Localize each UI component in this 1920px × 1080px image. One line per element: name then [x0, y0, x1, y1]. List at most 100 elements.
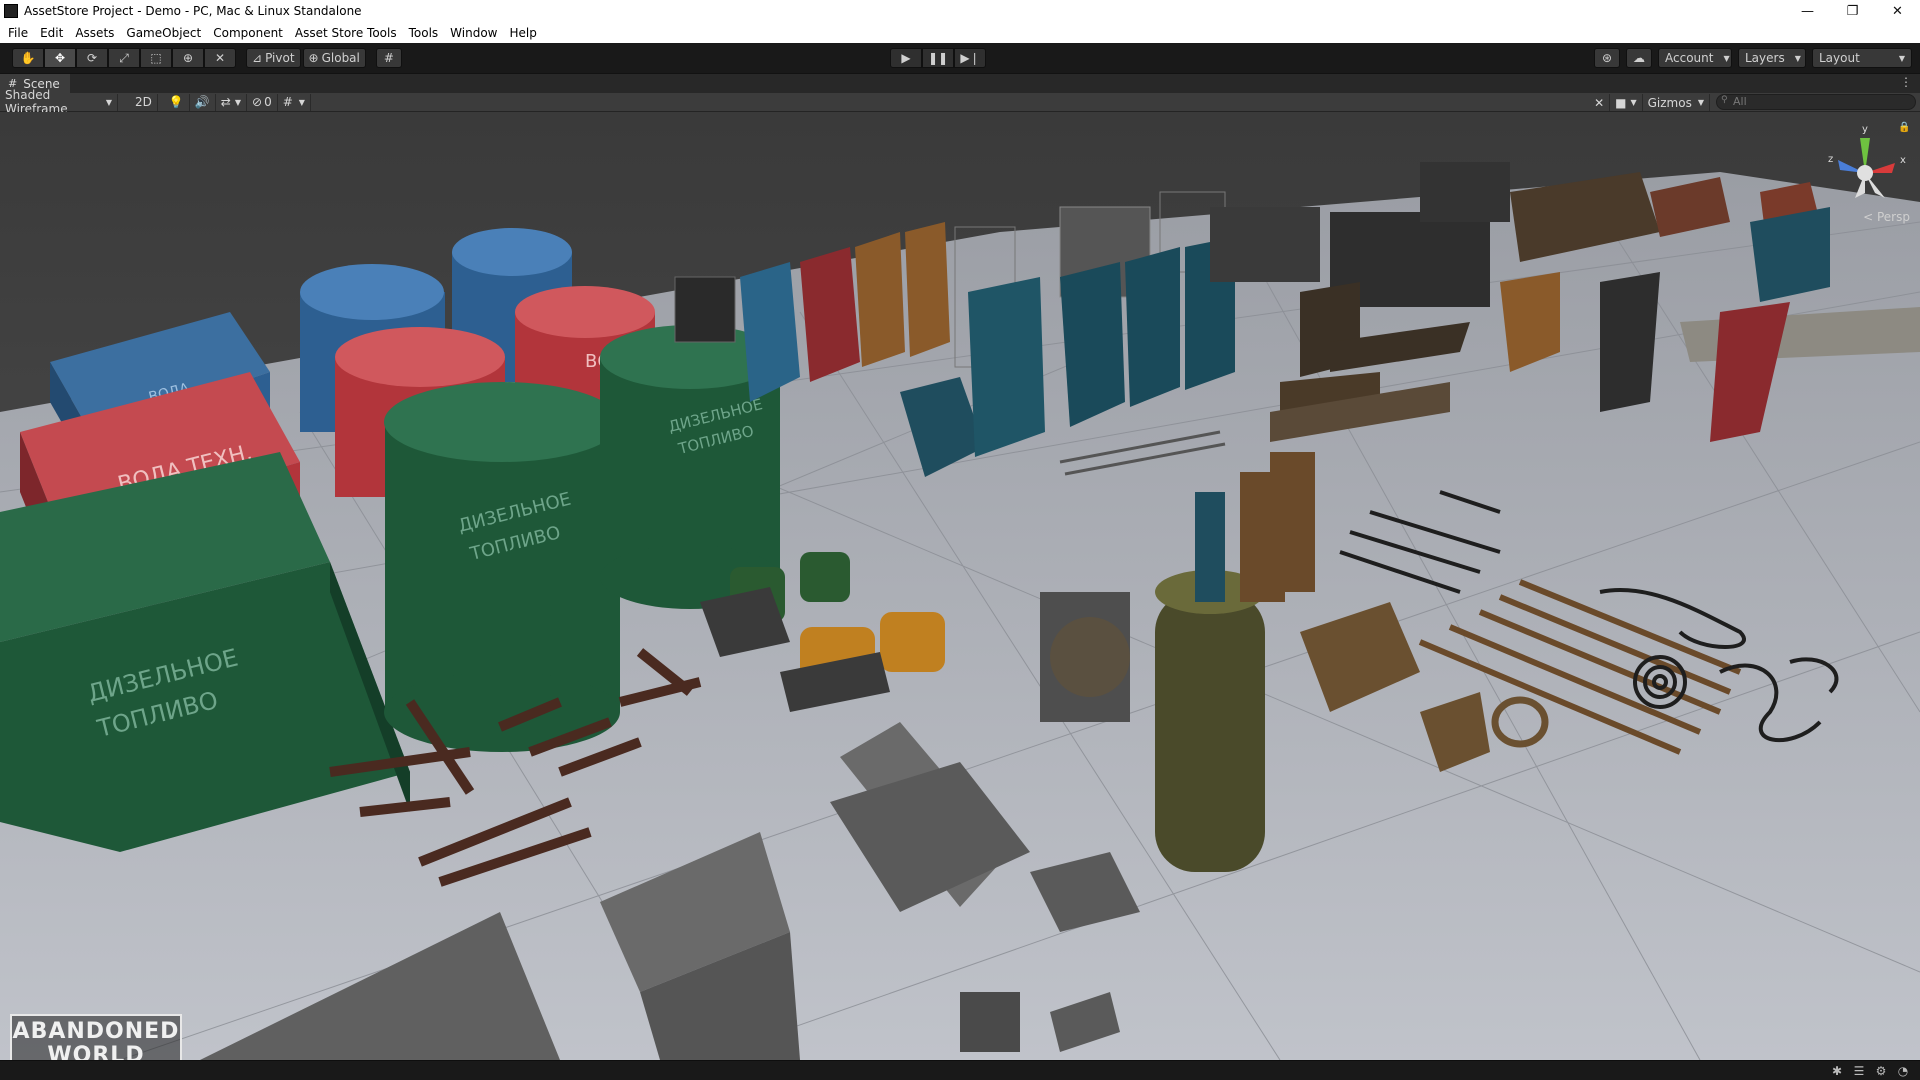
- eye-slash-icon: ⊘: [252, 95, 263, 109]
- abandoned-world-logo: ABANDONED WORLD: [10, 1014, 182, 1060]
- lighting-toggle[interactable]: 💡: [164, 93, 190, 111]
- chevron-down-icon: ▼: [105, 97, 112, 107]
- tools-button[interactable]: ✕: [1589, 94, 1611, 111]
- cloud-button[interactable]: ☁: [1626, 48, 1652, 68]
- rotate-tool-button[interactable]: ⟳: [76, 48, 108, 68]
- rotate-tool-icon: ⟳: [86, 51, 98, 65]
- chevron-down-icon: ▼: [234, 97, 241, 107]
- step-button[interactable]: ▶❘: [954, 48, 986, 68]
- axis-x-label: x: [1900, 155, 1906, 166]
- axis-z-label: z: [1828, 154, 1833, 165]
- layout-dropdown[interactable]: Layout ▼: [1812, 48, 1912, 68]
- status-icons: ✱ ☰ ⚙ ◔: [1826, 1063, 1914, 1079]
- scene-toolbar: Shaded Wireframe ▼ 2D 💡 🔊 ⇄ ▼ ⊘ 0 # ▼ ✕ …: [0, 88, 1920, 116]
- chevron-down-icon: ▼: [1898, 53, 1905, 63]
- move-tool-button[interactable]: ✥: [44, 48, 76, 68]
- scale-tool-button[interactable]: ⤢: [108, 48, 140, 68]
- hand-tool-icon: ✋: [20, 51, 36, 65]
- collab-button[interactable]: ⊛: [1594, 48, 1620, 68]
- barrel-green-1: ДИЗЕЛЬНОЕ ТОПЛИВО: [384, 382, 620, 752]
- pivot-icon: ⊿: [252, 51, 263, 65]
- logo-line-1: ABANDONED: [12, 1019, 180, 1044]
- restore-button[interactable]: ❐: [1830, 0, 1875, 22]
- window-controls: — ❐ ✕: [1785, 0, 1920, 22]
- projection-toggle[interactable]: < Persp: [1863, 210, 1910, 224]
- toggle-2d-label: 2D: [135, 95, 152, 109]
- transform-tool-button[interactable]: ⊕: [172, 48, 204, 68]
- layers-icon[interactable]: ☰: [1848, 1063, 1870, 1079]
- menu-bar: File Edit Assets GameObject Component As…: [0, 22, 1920, 43]
- globe-icon: ⊕: [308, 51, 319, 65]
- menu-assets[interactable]: Assets: [71, 26, 122, 40]
- move-tool-icon: ✥: [54, 51, 66, 65]
- scene-viewport[interactable]: ВОДА ВОДА ТЕХН. ДИЗЕЛЬНОЕ ТОПЛИВО: [0, 112, 1920, 1060]
- hand-tool-button[interactable]: ✋: [12, 48, 44, 68]
- settings-icon[interactable]: ⚙: [1870, 1063, 1892, 1079]
- scene-render: ВОДА ВОДА ТЕХН. ДИЗЕЛЬНОЕ ТОПЛИВО: [0, 112, 1920, 1060]
- scene-search-input[interactable]: ⚲ All: [1716, 94, 1916, 110]
- transform-tool-icon: ⊕: [182, 51, 194, 65]
- custom-tool-button[interactable]: ✕: [204, 48, 236, 68]
- hidden-objects-toggle[interactable]: ⊘ 0: [247, 93, 278, 111]
- logo-line-2: WORLD: [47, 1043, 145, 1061]
- menu-tools[interactable]: Tools: [405, 26, 447, 40]
- effects-dropdown[interactable]: ⇄ ▼: [216, 93, 247, 111]
- wrench-icon: ✕: [1594, 95, 1605, 110]
- progress-icon[interactable]: ◔: [1892, 1063, 1914, 1079]
- scene-toolbar-right: ✕ ■ ▼ Gizmos ▼: [1589, 93, 1710, 112]
- grid-dropdown[interactable]: # ▼: [278, 93, 311, 111]
- grid-icon: #: [282, 95, 293, 109]
- camera-icon: ■: [1615, 95, 1627, 110]
- grid-snap-icon: #: [383, 51, 394, 65]
- menu-gameobject[interactable]: GameObject: [122, 26, 209, 40]
- axis-y-label: y: [1862, 124, 1868, 135]
- audio-toggle[interactable]: 🔊: [190, 93, 216, 111]
- menu-file[interactable]: File: [4, 26, 36, 40]
- scale-tool-icon: ⤢: [119, 50, 129, 65]
- layers-dropdown[interactable]: Layers ▼: [1738, 48, 1806, 68]
- pause-icon: ❚❚: [927, 51, 949, 65]
- global-toggle[interactable]: ⊕ Global: [302, 48, 366, 68]
- collab-icon: ⊛: [1601, 51, 1613, 65]
- rect-tool-icon: ⬚: [150, 51, 162, 65]
- search-placeholder: All: [1733, 95, 1747, 108]
- bug-icon[interactable]: ✱: [1826, 1063, 1848, 1079]
- step-icon: ▶❘: [960, 51, 980, 65]
- hidden-objects-count: 0: [264, 95, 272, 109]
- account-dropdown[interactable]: Account ▼: [1658, 48, 1732, 68]
- rect-tool-button[interactable]: ⬚: [140, 48, 172, 68]
- pivot-label: Pivot: [265, 51, 295, 65]
- more-options-icon[interactable]: ⋮: [1900, 75, 1912, 89]
- chevron-down-icon: ▼: [1630, 98, 1637, 107]
- window-title: AssetStore Project - Demo - PC, Mac & Li…: [24, 4, 362, 18]
- chevron-down-icon: ▼: [1723, 53, 1730, 63]
- transform-tools: ✋ ✥ ⟳ ⤢ ⬚ ⊕ ✕: [12, 48, 236, 68]
- search-icon: ⚲: [1721, 95, 1728, 105]
- menu-window[interactable]: Window: [446, 26, 505, 40]
- toolbar-right: ⊛ ☁ Account ▼ Layers ▼ Layout ▼: [1588, 48, 1912, 68]
- cloud-icon: ☁: [1633, 51, 1645, 65]
- chevron-down-icon: ▼: [1794, 53, 1801, 63]
- layout-label: Layout: [1819, 51, 1860, 65]
- chevron-down-icon: ▼: [1697, 98, 1704, 107]
- play-button[interactable]: ▶: [890, 48, 922, 68]
- pause-button[interactable]: ❚❚: [922, 48, 954, 68]
- menu-asset-store-tools[interactable]: Asset Store Tools: [291, 26, 405, 40]
- draw-mode-dropdown[interactable]: Shaded Wireframe ▼: [0, 88, 118, 116]
- menu-edit[interactable]: Edit: [36, 26, 71, 40]
- light-bulb-icon: 💡: [168, 95, 184, 109]
- lock-icon[interactable]: 🔒: [1898, 121, 1910, 133]
- unity-logo-icon: [4, 4, 18, 18]
- account-label: Account: [1665, 51, 1714, 65]
- menu-help[interactable]: Help: [506, 26, 545, 40]
- chevron-down-icon: ▼: [298, 97, 305, 107]
- minimize-button[interactable]: —: [1785, 0, 1830, 22]
- gizmos-label: Gizmos: [1647, 95, 1692, 110]
- gizmos-dropdown[interactable]: Gizmos ▼: [1643, 94, 1710, 111]
- toggle-2d-button[interactable]: 2D: [130, 93, 158, 111]
- close-button[interactable]: ✕: [1875, 0, 1920, 22]
- camera-dropdown[interactable]: ■ ▼: [1610, 94, 1643, 111]
- pivot-toggle[interactable]: ⊿ Pivot: [246, 48, 301, 68]
- grid-snap-button[interactable]: #: [375, 48, 402, 68]
- menu-component[interactable]: Component: [209, 26, 291, 40]
